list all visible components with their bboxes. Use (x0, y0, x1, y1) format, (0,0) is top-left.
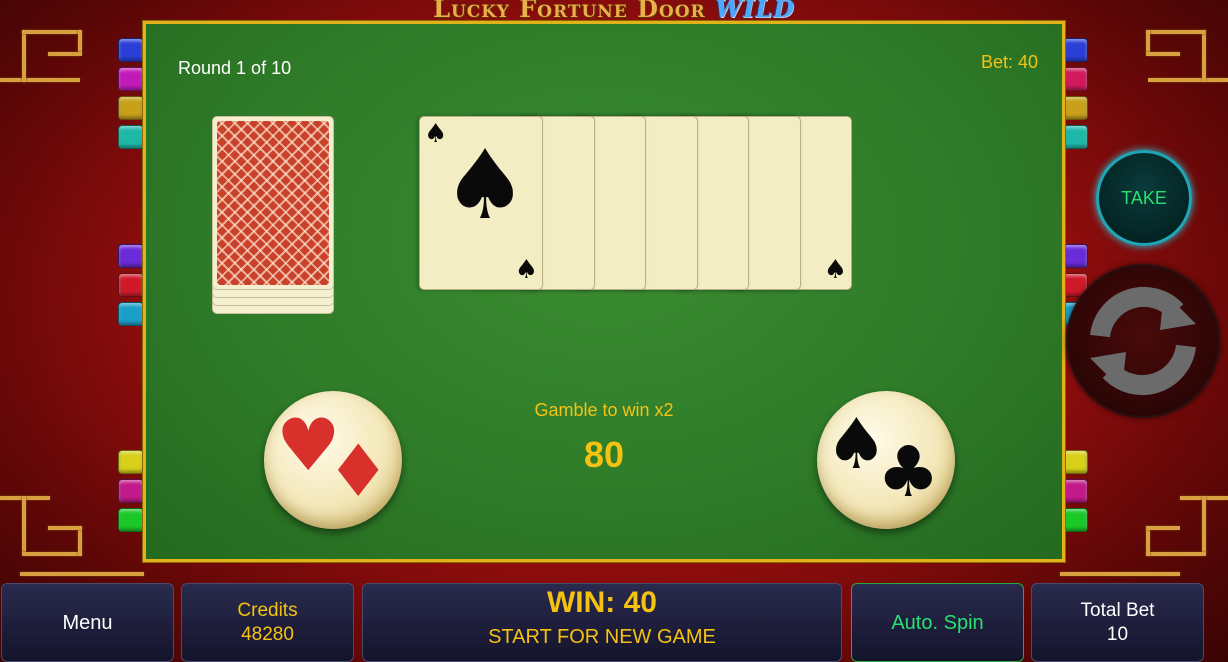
total-bet-panel[interactable]: Total Bet 10 (1031, 583, 1204, 662)
choose-black-button[interactable]: ♠ ♣ (817, 391, 955, 529)
menu-button[interactable]: Menu (1, 583, 174, 662)
credits-value: 48280 (241, 624, 294, 645)
status-message: START FOR NEW GAME (488, 626, 716, 648)
total-bet-label: Total Bet (1080, 600, 1155, 621)
menu-label: Menu (62, 612, 113, 634)
gamble-table: Round 1 of 10 Bet: 40 ♠ ♠ ♣ ♣ ♦ ♦ ♦ ♦ ♠ … (143, 21, 1065, 562)
win-amount: WIN: 40 (546, 586, 657, 619)
card-back (212, 116, 334, 290)
spin-button[interactable] (1066, 264, 1220, 418)
autospin-button[interactable]: Auto. Spin (851, 583, 1024, 662)
autospin-label: Auto. Spin (891, 612, 984, 634)
game-title-wild: WILD (715, 0, 795, 23)
history-card-1: ♠ ♠ ♠ (419, 116, 543, 290)
bottom-bar: Menu Credits 48280 WIN: 40 START FOR NEW… (0, 583, 1228, 662)
game-title: Lucky Fortune Door WILD (0, 0, 1228, 23)
clubs-icon: ♣ (877, 431, 940, 513)
refresh-icon (1090, 286, 1196, 396)
take-button[interactable]: TAKE (1096, 150, 1192, 246)
game-title-main: Lucky Fortune Door (433, 0, 706, 23)
total-bet-value: 10 (1106, 624, 1129, 645)
credits-label: Credits (237, 600, 298, 621)
bet-display: Bet: 40 (980, 52, 1038, 72)
win-panel: WIN: 40 START FOR NEW GAME (362, 583, 842, 662)
take-label: TAKE (1121, 187, 1167, 208)
credits-panel: Credits 48280 (181, 583, 354, 662)
round-counter: Round 1 of 10 (178, 58, 292, 78)
